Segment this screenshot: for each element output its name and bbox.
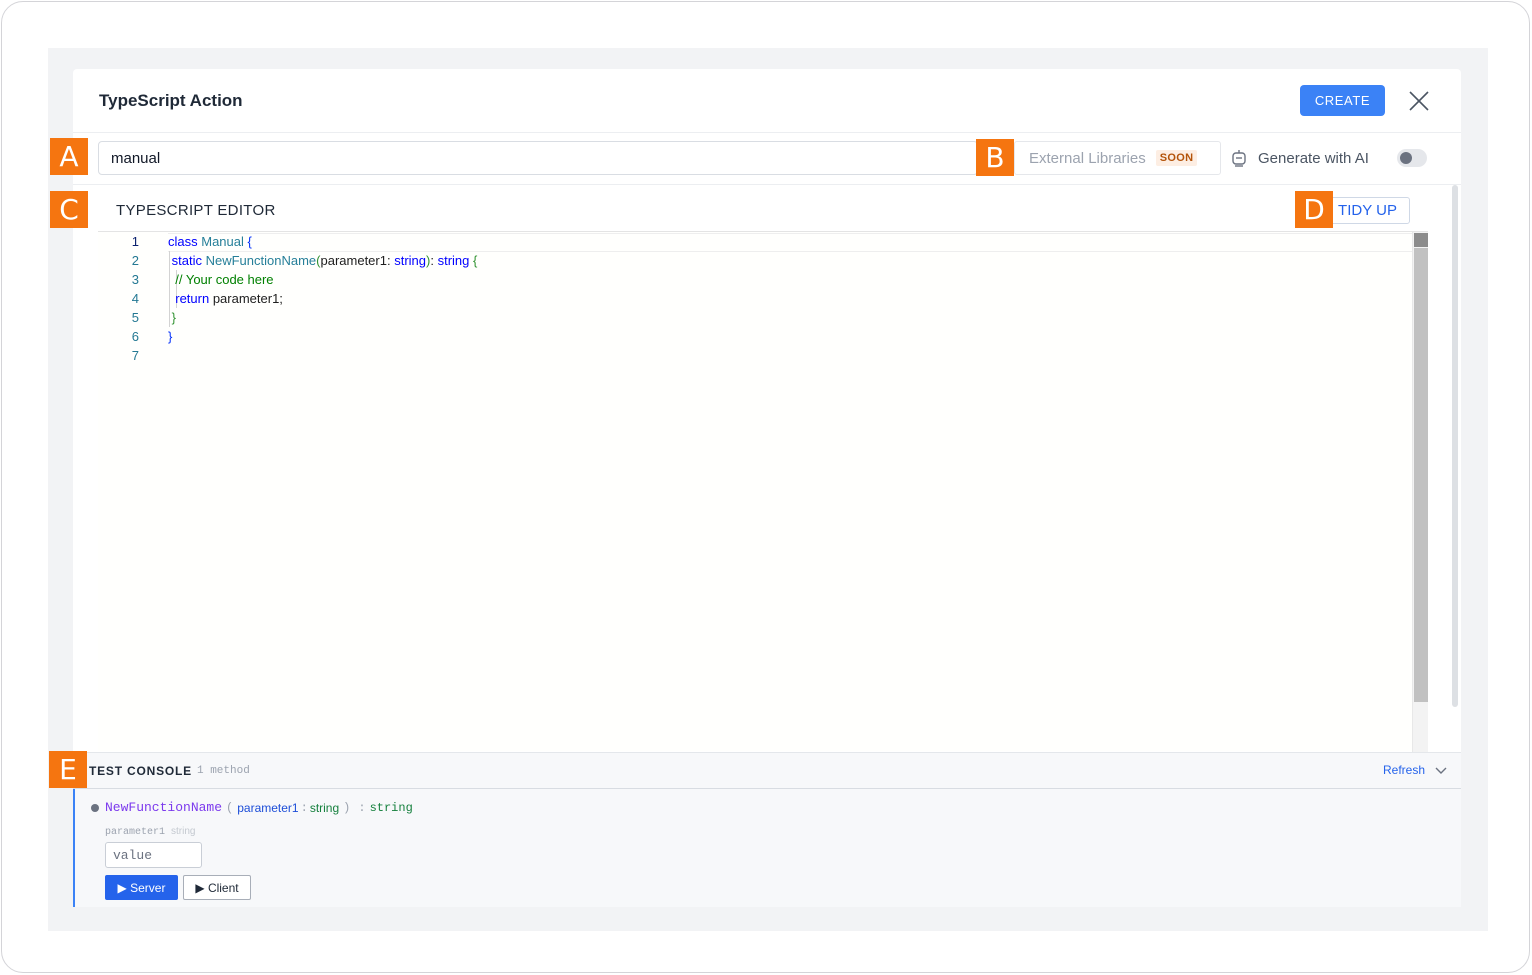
method-signature: NewFunctionName ( parameter1 : string ) …: [91, 800, 413, 815]
method-param-type: string: [309, 800, 340, 815]
refresh-button[interactable]: Refresh: [1383, 763, 1425, 777]
method-punct: :: [358, 800, 366, 815]
code-comment: // Your code here: [175, 272, 274, 287]
close-icon: [1409, 91, 1429, 111]
marker-a: A: [50, 138, 88, 175]
method-count: 1 method: [197, 765, 250, 777]
test-console-header[interactable]: TEST CONSOLE 1 method Refresh: [73, 752, 1461, 789]
code-line: }: [168, 308, 477, 327]
param-label: parameter1 string: [105, 826, 195, 838]
modal-title: TypeScript Action: [99, 91, 243, 110]
code-bracket: }: [171, 310, 176, 325]
code-line: }: [168, 327, 477, 346]
marker-d: D: [1295, 191, 1333, 228]
code-line: // Your code here: [168, 270, 477, 289]
marker-b: B: [976, 139, 1014, 176]
code-bracket: {: [473, 253, 478, 268]
code-lines: class Manual { static NewFunctionName(pa…: [168, 232, 477, 365]
scrollbar-top-marker: [1414, 233, 1428, 247]
param-label-name: parameter1: [105, 827, 166, 838]
robot-icon: [1232, 150, 1246, 167]
chevron-down-icon[interactable]: [1435, 765, 1447, 775]
generate-ai-toggle[interactable]: [1397, 149, 1427, 167]
line-number-gutter: 1 2 3 4 5 6 7: [98, 232, 168, 365]
run-server-button[interactable]: ▶ Server: [105, 875, 178, 900]
code-punct: :: [430, 253, 434, 268]
code-keyword: return: [175, 291, 210, 306]
marker-c: C: [50, 191, 88, 228]
line-number: 3: [131, 272, 139, 287]
status-dot: [91, 803, 99, 812]
code-expression: parameter1;: [212, 291, 283, 306]
soon-badge: SOON: [1155, 150, 1198, 166]
code-line: static NewFunctionName(parameter1: strin…: [168, 251, 478, 270]
toggle-knob: [1400, 152, 1412, 164]
app-frame: TypeScript Action CREATE External Librar…: [1, 1, 1530, 973]
code-bracket: {: [247, 234, 252, 249]
external-libraries-button[interactable]: External Libraries SOON: [1014, 141, 1221, 175]
code-editor[interactable]: 1 2 3 4 5 6 7 class Manual { static NewF…: [98, 231, 1428, 752]
param-label-type: string: [171, 826, 196, 837]
line-number: 4: [131, 291, 139, 306]
line-number: 2: [131, 253, 139, 268]
param-value-input[interactable]: [105, 842, 202, 868]
code-bracket: }: [168, 329, 173, 344]
line-number: 1: [131, 234, 139, 249]
scrollbar-thumb[interactable]: [1414, 248, 1428, 702]
marker-e: E: [49, 751, 87, 788]
code-class-name: Manual: [201, 234, 244, 249]
line-number: 7: [131, 348, 139, 363]
method-punct: :: [300, 800, 308, 815]
code-type: string: [394, 253, 426, 268]
modal-header: TypeScript Action CREATE: [73, 69, 1461, 133]
generate-ai-label: Generate with AI: [1258, 149, 1369, 167]
line-number: 5: [131, 310, 139, 325]
method-punct: ): [343, 800, 351, 815]
tidy-up-button[interactable]: TIDY UP: [1325, 197, 1410, 224]
code-param: parameter1:: [320, 253, 391, 268]
code-line: class Manual {: [168, 232, 477, 251]
line-number: 6: [131, 329, 139, 344]
modal-scrollbar[interactable]: [1452, 185, 1458, 707]
code-keyword: static: [171, 253, 202, 268]
method-return-type: string: [369, 800, 413, 815]
action-toolbar: External Libraries SOON Generate with AI: [73, 133, 1461, 185]
method-name: NewFunctionName: [105, 800, 223, 815]
code-function-name: NewFunctionName: [205, 253, 317, 268]
generate-with-ai[interactable]: Generate with AI: [1231, 141, 1369, 175]
code-line: return parameter1;: [168, 289, 477, 308]
typescript-action-modal: TypeScript Action CREATE External Librar…: [73, 69, 1461, 907]
editor-scrollbar[interactable]: [1412, 232, 1428, 752]
editor-title: TYPESCRIPT EDITOR: [116, 202, 276, 219]
external-libraries-label: External Libraries: [1029, 149, 1146, 167]
run-client-button[interactable]: ▶ Client: [183, 875, 251, 900]
action-name-input[interactable]: [98, 141, 978, 175]
create-button[interactable]: CREATE: [1300, 85, 1385, 116]
code-keyword: class: [168, 234, 198, 249]
test-console-body: NewFunctionName ( parameter1 : string ) …: [73, 789, 1461, 907]
test-console-title: TEST CONSOLE: [89, 764, 192, 778]
code-type: string: [437, 253, 470, 268]
close-button[interactable]: [1404, 86, 1434, 116]
method-param-name: parameter1: [237, 800, 299, 815]
method-punct: (: [226, 800, 234, 815]
